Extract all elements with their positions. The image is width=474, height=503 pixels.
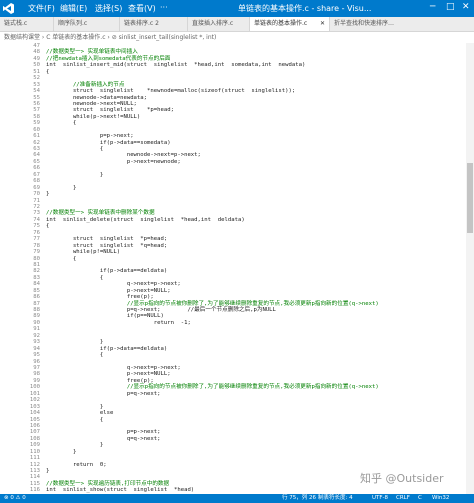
code-editor[interactable]: 47 48//数据类型一> 实现单链表中间插入 49//把newdata插入到som… [0, 43, 466, 494]
line-number: 116 [29, 487, 40, 494]
tab-list-sort[interactable]: 链表排序.c 2 [120, 17, 188, 31]
menu-view[interactable]: 查看(V) [128, 3, 156, 14]
cursor-position[interactable]: 行 75，列 26 [282, 494, 316, 503]
code-text: int sinlist_show(struct singlelist *head… [46, 487, 195, 494]
menu-file[interactable]: 文件(F) [28, 3, 55, 14]
encoding[interactable]: UTF-8 [372, 494, 388, 503]
minimize-icon[interactable]: ─ [430, 2, 435, 12]
menu-edit[interactable]: 编辑(E) [60, 3, 87, 14]
code-line[interactable]: 116 int sinlist_show(struct singlelist *h… [0, 487, 466, 494]
scrollbar-thumb[interactable] [467, 163, 473, 233]
indentation-setting[interactable]: 制表符长度: 4 [318, 494, 353, 503]
line-ending[interactable]: CRLF [396, 494, 410, 503]
title-bar: 文件(F) 编辑(E) 选择(S) 查看(V) ··· 单链表的基本操作.c -… [0, 0, 474, 17]
tab-label: 链式栈.c [4, 20, 28, 27]
menu-selection[interactable]: 选择(S) [95, 3, 122, 14]
tab-close-icon[interactable]: ✕ [320, 17, 325, 31]
window-title: 单链表的基本操作.c - share - Visu... [238, 4, 372, 13]
problems-indicator[interactable]: ⊗ 0 ⚠ 0 [4, 494, 26, 503]
tab-insertion-sort[interactable]: 直接插入排序.c [188, 17, 250, 31]
vertical-scrollbar[interactable] [466, 43, 474, 494]
vscode-logo-icon [3, 3, 14, 14]
editor-tabs: 链式栈.c 顺序队列.c 链表排序.c 2 直接插入排序.c 单链表的基本操作.… [0, 17, 474, 32]
status-bar: ⊗ 0 ⚠ 0 行 75，列 26 制表符长度: 4 UTF-8 CRLF C … [0, 494, 474, 503]
platform[interactable]: Win32 [432, 494, 449, 503]
maximize-icon[interactable]: □ [446, 2, 455, 12]
tab-label: 折半查找和快速排序… [334, 20, 395, 27]
tab-label: 单链表的基本操作.c [254, 20, 308, 27]
tab-singly-linked-list[interactable]: 单链表的基本操作.c ✕ [250, 17, 330, 31]
close-icon[interactable]: ✕ [462, 2, 470, 12]
breadcrumb[interactable]: 数据结构课堂 › C 单链表的基本操作.c › ⊘ sinlist_insert… [0, 32, 474, 43]
watermark: 知乎 @Outsider [360, 472, 444, 485]
tab-label: 顺序队列.c [58, 20, 88, 27]
tab-sequential-queue[interactable]: 顺序队列.c [54, 17, 120, 31]
tab-linked-stack[interactable]: 链式栈.c [0, 17, 54, 31]
language-mode[interactable]: C [418, 494, 422, 503]
tab-binary-search[interactable]: 折半查找和快速排序… [330, 17, 474, 31]
tab-label: 链表排序.c 2 [124, 20, 159, 27]
tab-label: 直接插入排序.c [192, 20, 234, 27]
menu-more[interactable]: ··· [160, 3, 168, 12]
